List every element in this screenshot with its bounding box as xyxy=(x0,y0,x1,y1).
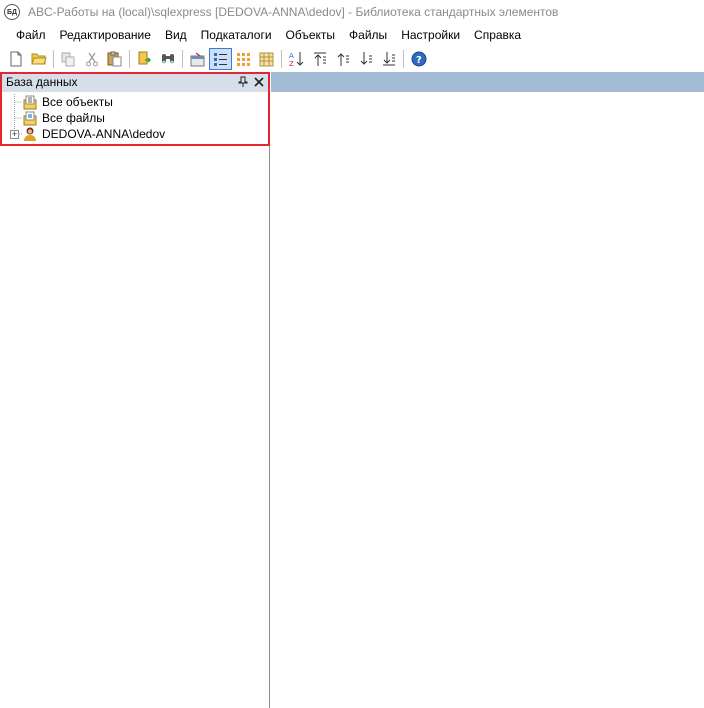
toolbar-separator xyxy=(129,50,130,68)
menu-bar: Файл Редактирование Вид Подкаталоги Объе… xyxy=(0,24,704,46)
sort-az-icon: AZ xyxy=(289,52,303,67)
find-button[interactable] xyxy=(156,48,179,70)
help-icon: ? xyxy=(411,51,426,67)
menu-subcatalogs[interactable]: Подкаталоги xyxy=(194,25,279,45)
large-icons-view-icon xyxy=(237,52,250,66)
tree-item-label: Все файлы xyxy=(42,111,105,125)
database-panel: База данных Все объекты Все файлы + DEDO… xyxy=(0,72,270,708)
close-panel-button[interactable] xyxy=(252,75,266,89)
app-icon: БД xyxy=(4,4,20,20)
toolbar-separator xyxy=(182,50,183,68)
menu-help[interactable]: Справка xyxy=(467,25,528,45)
export-icon xyxy=(138,51,151,65)
move-up-button[interactable] xyxy=(331,48,354,70)
paste-button[interactable] xyxy=(103,48,126,70)
tree-item-label: DEDOVA-ANNA\dedov xyxy=(42,127,166,141)
close-icon xyxy=(254,77,264,87)
properties-button[interactable] xyxy=(186,48,209,70)
tree-item-all-objects[interactable]: Все объекты xyxy=(6,94,266,110)
tree-item-user[interactable]: + DEDOVA-ANNA\dedov xyxy=(6,126,266,142)
content-pane-header xyxy=(271,72,704,92)
move-top-button[interactable] xyxy=(308,48,331,70)
all-objects-icon xyxy=(22,94,38,110)
menu-view[interactable]: Вид xyxy=(158,25,194,45)
title-bar: БД ABC-Работы на (local)\sqlexpress [DED… xyxy=(0,0,704,24)
copy-button[interactable] xyxy=(57,48,80,70)
toolbar-separator xyxy=(53,50,54,68)
properties-icon xyxy=(190,51,204,66)
database-tree: Все объекты Все файлы + DEDOVA-ANNA\dedo… xyxy=(6,94,266,142)
menu-files[interactable]: Файлы xyxy=(342,25,394,45)
paste-icon xyxy=(107,51,122,67)
move-bottom-button[interactable] xyxy=(377,48,400,70)
database-panel-header: База данных xyxy=(0,72,268,92)
menu-objects[interactable]: Объекты xyxy=(279,25,343,45)
details-view-button[interactable] xyxy=(209,48,232,70)
open-folder-button[interactable] xyxy=(27,48,50,70)
svg-text:A: A xyxy=(289,52,294,60)
move-down-icon xyxy=(360,52,372,65)
svg-text:Z: Z xyxy=(289,60,294,67)
move-down-button[interactable] xyxy=(354,48,377,70)
expand-toggle[interactable]: + xyxy=(10,129,19,139)
menu-file[interactable]: Файл xyxy=(9,25,53,45)
new-file-button[interactable] xyxy=(4,48,27,70)
toolbar-separator xyxy=(403,50,404,68)
cut-icon xyxy=(85,52,98,66)
toolbar: AZ ? xyxy=(0,47,704,71)
menu-edit[interactable]: Редактирование xyxy=(53,25,158,45)
all-files-icon xyxy=(22,110,38,126)
cut-button[interactable] xyxy=(80,48,103,70)
window-title: ABC-Работы на (local)\sqlexpress [DEDOVA… xyxy=(28,5,559,19)
move-up-icon xyxy=(337,53,349,66)
move-top-icon xyxy=(313,52,326,66)
sort-az-button[interactable]: AZ xyxy=(285,48,308,70)
menu-settings[interactable]: Настройки xyxy=(394,25,467,45)
list-view-icon xyxy=(259,52,274,66)
help-button[interactable]: ? xyxy=(407,48,430,70)
open-folder-icon xyxy=(30,53,47,65)
export-button[interactable] xyxy=(133,48,156,70)
content-pane xyxy=(271,72,704,708)
find-icon xyxy=(161,54,174,64)
large-icons-view-button[interactable] xyxy=(232,48,255,70)
copy-icon xyxy=(61,52,75,66)
pin-button[interactable] xyxy=(236,75,250,89)
toolbar-separator xyxy=(281,50,282,68)
svg-text:?: ? xyxy=(416,55,422,66)
tree-item-all-files[interactable]: Все файлы xyxy=(6,110,266,126)
new-file-icon xyxy=(10,51,21,67)
tree-item-label: Все объекты xyxy=(42,95,113,109)
list-view-button[interactable] xyxy=(255,48,278,70)
move-bottom-icon xyxy=(382,52,395,66)
details-view-icon xyxy=(214,52,227,66)
user-icon xyxy=(22,126,38,142)
database-panel-title: База данных xyxy=(6,75,78,89)
pin-icon xyxy=(238,76,248,87)
